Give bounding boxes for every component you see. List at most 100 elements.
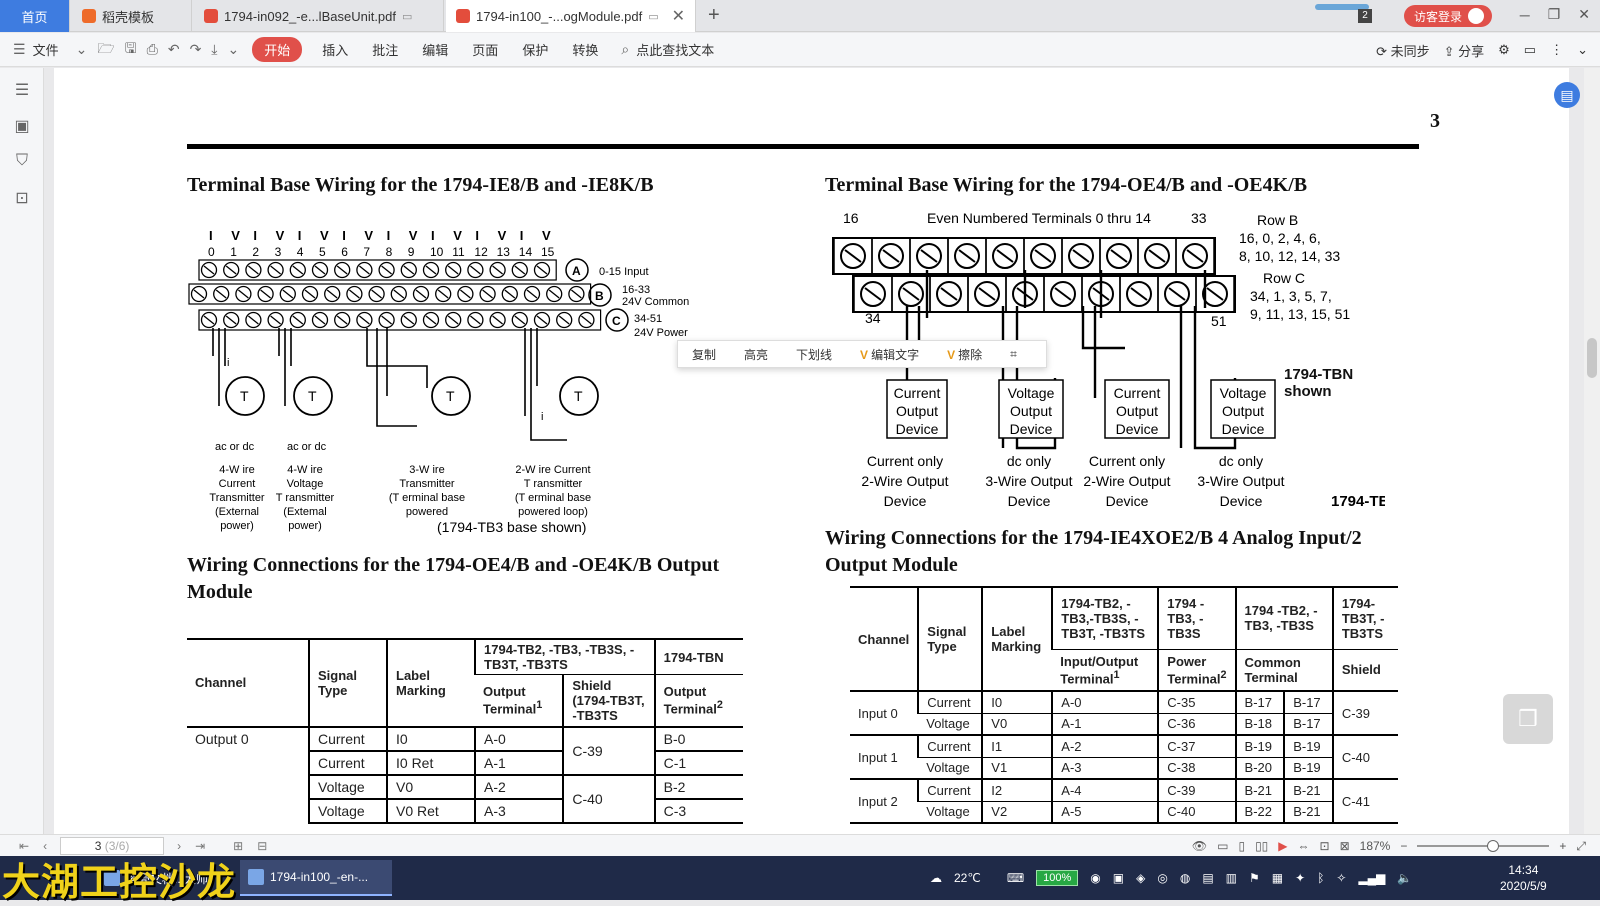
tray-icon[interactable]: ◈ bbox=[1136, 871, 1145, 885]
extract-page-icon[interactable]: ⊟ bbox=[250, 839, 274, 853]
actual-size-icon[interactable]: ⊠ bbox=[1340, 839, 1350, 853]
io-type-label: V bbox=[276, 228, 285, 243]
two-page-icon[interactable]: ▯▯ bbox=[1255, 839, 1268, 853]
tab-edit[interactable]: 编辑 bbox=[410, 40, 460, 59]
new-tab-button[interactable]: + bbox=[708, 4, 720, 27]
play-icon[interactable]: ▶ bbox=[1278, 839, 1287, 853]
eye-icon[interactable]: 👁 bbox=[1192, 839, 1207, 853]
tray-icon[interactable]: ▥ bbox=[1226, 871, 1237, 885]
screenshot-icon[interactable]: ⌗ bbox=[996, 347, 1031, 362]
io-type-label: I bbox=[253, 228, 257, 243]
output-device-label: Device bbox=[896, 421, 939, 437]
tray-icon[interactable]: ◎ bbox=[1157, 871, 1167, 885]
output-device-label: Voltage bbox=[1008, 385, 1055, 401]
tab-start[interactable]: 开始 bbox=[252, 37, 303, 62]
oe4-row-b-1: 16, 0, 2, 4, 6, bbox=[1239, 230, 1321, 246]
copy-button[interactable]: 复制 bbox=[678, 346, 730, 363]
export-icon[interactable]: ⤓ bbox=[206, 41, 222, 58]
bluetooth-icon[interactable]: ᛒ bbox=[1317, 871, 1324, 885]
annotation-list-icon[interactable]: ⊡ bbox=[12, 188, 32, 208]
t-label: T bbox=[308, 388, 317, 404]
bookmark-icon[interactable]: ⛉ bbox=[12, 152, 32, 172]
redo-icon[interactable]: ↷ bbox=[185, 41, 207, 58]
login-button[interactable]: 访客登录 bbox=[1404, 5, 1493, 27]
tray-icon[interactable]: ✦ bbox=[1295, 871, 1305, 885]
single-page-icon[interactable]: ▭ bbox=[1217, 839, 1228, 853]
signal-icon[interactable]: ▂▄▆ bbox=[1358, 871, 1385, 885]
tray-icon[interactable]: ◍ bbox=[1180, 871, 1190, 885]
system-tray: ☁ 22℃ ⌨ 100% ◉ ▣ ◈ ◎ ◍ ▤ ▥ ⚑ ▦ ✦ ᛒ ✧ ▂▄▆… bbox=[930, 856, 1412, 900]
collapse-icon[interactable]: ⌄ bbox=[1577, 42, 1588, 58]
zoom-level[interactable]: 187% bbox=[1360, 839, 1391, 853]
fit-page-icon[interactable]: ⊡ bbox=[1320, 839, 1330, 853]
volume-icon[interactable]: 🔈 bbox=[1397, 871, 1412, 885]
tab-home[interactable]: 首页 bbox=[0, 0, 70, 32]
thumbnail-icon[interactable]: ▣ bbox=[12, 116, 32, 136]
screen-icon[interactable]: ▭ bbox=[648, 10, 658, 23]
fit-width-icon[interactable]: ⇔ bbox=[1298, 839, 1310, 853]
menu-icon[interactable]: ☰ bbox=[8, 41, 31, 58]
sync-button[interactable]: ⟳ 未同步 bbox=[1376, 41, 1430, 60]
fullscreen-icon[interactable]: ⤢ bbox=[1576, 839, 1586, 854]
vertical-scrollbar[interactable] bbox=[1584, 68, 1600, 834]
search-icon[interactable]: ⌕ bbox=[616, 41, 634, 58]
tray-icon[interactable]: ▤ bbox=[1202, 871, 1213, 885]
settings-icon[interactable]: ⚙ bbox=[1498, 42, 1510, 58]
tab-annotate[interactable]: 批注 bbox=[360, 40, 410, 59]
tab-template[interactable]: 稻壳模板 bbox=[72, 0, 192, 32]
comment-icon[interactable]: ▭ bbox=[1524, 42, 1536, 58]
zoom-slider[interactable] bbox=[1417, 840, 1550, 852]
channel-number: 6 bbox=[341, 245, 348, 259]
tab-insert[interactable]: 插入 bbox=[310, 40, 360, 59]
screen-icon[interactable]: ▭ bbox=[402, 10, 412, 23]
close-window-icon[interactable]: ✕ bbox=[1578, 6, 1590, 23]
undo-icon[interactable]: ↶ bbox=[163, 41, 185, 58]
floating-tool-icon[interactable]: ▤ bbox=[1554, 82, 1580, 108]
tab-protect[interactable]: 保护 bbox=[510, 40, 560, 59]
underline-button[interactable]: 下划线 bbox=[782, 346, 846, 363]
tab-page[interactable]: 页面 bbox=[460, 40, 510, 59]
search-text-button[interactable]: 点此查找文本 bbox=[634, 40, 726, 59]
scrollbar-thumb[interactable] bbox=[1587, 338, 1597, 378]
taskbar-app-2[interactable]: 1794-in100_-en-... bbox=[240, 860, 392, 896]
weather-icon[interactable]: ☁ bbox=[930, 871, 942, 885]
highlight-button[interactable]: 高亮 bbox=[730, 346, 782, 363]
tab-pdf-1[interactable]: 1794-in092_-e...lBaseUnit.pdf ▭ bbox=[194, 0, 444, 32]
weather-temp[interactable]: 22℃ bbox=[954, 871, 981, 885]
table-row: Input 1 Current I1 A-2 C-37 B-19 B-19 C-40 bbox=[850, 735, 1398, 780]
tab-convert[interactable]: 转换 bbox=[560, 40, 610, 59]
save-icon[interactable]: 🖫 bbox=[120, 38, 142, 62]
minimize-icon[interactable]: ─ bbox=[1520, 7, 1530, 23]
share-button[interactable]: ⇪ 分享 bbox=[1444, 41, 1485, 60]
tab-pdf-2[interactable]: 1794-in100_-...ogModule.pdf ▭ ✕ bbox=[446, 0, 696, 32]
continuous-page-icon[interactable]: ▯ bbox=[1238, 839, 1245, 853]
tray-icon[interactable]: ▦ bbox=[1272, 871, 1283, 885]
keyboard-icon[interactable]: ⌨ bbox=[1007, 871, 1024, 885]
tray-icon[interactable]: ▣ bbox=[1113, 871, 1124, 885]
battery-indicator[interactable]: 100% bbox=[1036, 870, 1079, 886]
chevron-down-icon[interactable]: ⌄ bbox=[71, 41, 93, 58]
tray-icon[interactable]: ◉ bbox=[1090, 871, 1100, 885]
close-tab-icon[interactable]: ✕ bbox=[672, 6, 685, 26]
device-4-caption: 2-W ire Current T ransmitter (T erminal ba… bbox=[515, 464, 591, 518]
open-folder-icon[interactable]: 🗁 bbox=[92, 38, 119, 62]
clock[interactable]: 14:34 2020/5/9 bbox=[1500, 862, 1547, 894]
file-menu[interactable]: 文件 bbox=[31, 40, 71, 59]
print-icon[interactable]: ⎙ bbox=[142, 41, 163, 58]
assistant-icon[interactable]: ❒ bbox=[1503, 694, 1553, 744]
more-icon[interactable]: ⋮ bbox=[1550, 42, 1563, 58]
oe4-row-c-2: 9, 11, 13, 15, 51 bbox=[1250, 306, 1350, 322]
cell-tbn: B-0 bbox=[653, 726, 743, 752]
outline-icon[interactable]: ☰ bbox=[12, 80, 32, 100]
cell-signal: Voltage bbox=[918, 757, 983, 780]
table-row: Input 2 Current I2 A-4 C-39 B-21 B-21 C-41 bbox=[850, 779, 1398, 824]
zoom-slider-knob[interactable] bbox=[1487, 840, 1500, 852]
zoom-in-icon[interactable]: + bbox=[1559, 839, 1566, 853]
more-chevron-icon[interactable]: ⌄ bbox=[223, 41, 245, 58]
edit-text-button[interactable]: V 编辑文字 bbox=[846, 346, 933, 363]
restore-icon[interactable]: ❐ bbox=[1548, 6, 1561, 23]
erase-button[interactable]: V 擦除 bbox=[933, 346, 996, 363]
tray-icon[interactable]: ✧ bbox=[1336, 871, 1346, 885]
tray-icon[interactable]: ⚑ bbox=[1249, 871, 1260, 885]
zoom-out-icon[interactable]: − bbox=[1400, 839, 1407, 853]
